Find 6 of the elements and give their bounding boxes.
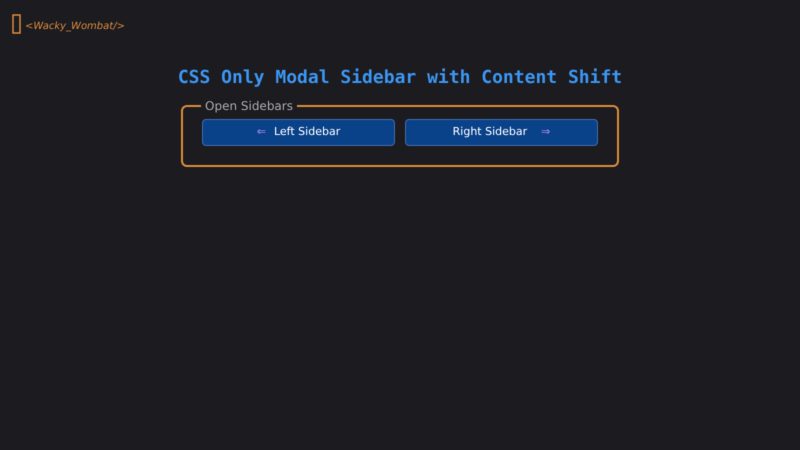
sidebar-button[interactable]: ⇐ Left Sidebar [202,119,395,146]
logo-text: <Wacky_Wombat/> [25,20,125,34]
page-title: CSS Only Modal Sidebar with Content Shift [178,66,622,90]
group-legend: Open Sidebars [201,97,297,115]
logo-icon [12,14,21,34]
sidebar-button[interactable]: Right Sidebar ⇒ [405,119,598,146]
